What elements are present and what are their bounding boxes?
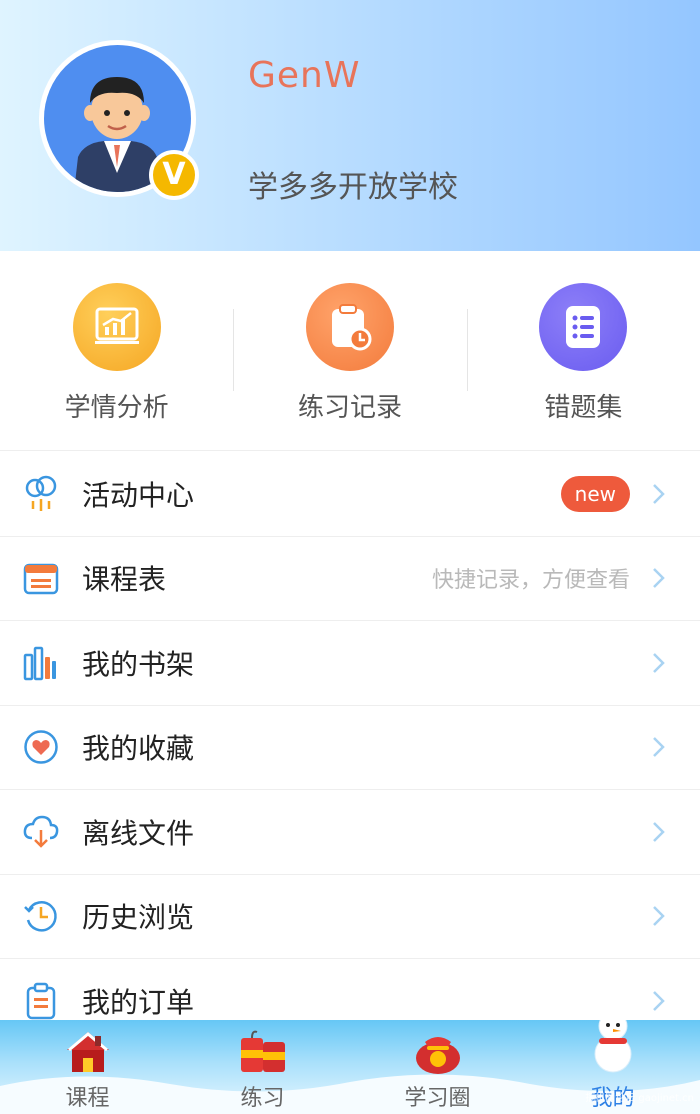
order-clipboard-icon — [22, 982, 60, 1020]
chevron-right-icon — [653, 906, 665, 927]
chevron-right-icon — [653, 652, 665, 673]
quick-action-label: 错题集 — [544, 393, 623, 423]
calendar-icon — [22, 559, 60, 597]
menu-item-activity-center[interactable]: 活动中心 new — [0, 452, 700, 537]
menu-item-bookshelf[interactable]: 我的书架 — [0, 621, 700, 706]
heart-icon — [22, 728, 60, 766]
menu-item-label: 历史浏览 — [82, 901, 195, 935]
list-document-icon — [539, 283, 628, 371]
school-name: 学多多开放学校 — [248, 170, 458, 205]
tab-practice[interactable]: 练习 — [175, 1020, 350, 1114]
firecracker-icon — [237, 1028, 289, 1082]
bottom-tab-bar: 课程 练习 学习圈 我的 搞机网论坛 gaojinet.cn — [0, 1020, 700, 1114]
tab-courses[interactable]: 课程 — [0, 1020, 175, 1114]
menu-item-favorites[interactable]: 我的收藏 — [0, 706, 700, 790]
watermark: 搞机网论坛 gaojinet.cn — [585, 1093, 694, 1104]
menu-item-label: 我的书架 — [82, 647, 195, 681]
menu-item-offline-files[interactable]: 离线文件 — [0, 790, 700, 875]
menu-item-history[interactable]: 历史浏览 — [0, 875, 700, 959]
chevron-right-icon — [653, 990, 665, 1011]
menu-item-label: 离线文件 — [82, 816, 195, 850]
profile-header: V GenW 学多多开放学校 — [0, 0, 700, 251]
tab-label: 学习圈 — [404, 1086, 471, 1111]
chevron-right-icon — [653, 737, 665, 758]
quick-action-wrong-questions[interactable]: 错题集 — [466, 251, 700, 450]
menu-item-timetable[interactable]: 课程表 快捷记录，方便查看 — [0, 537, 700, 621]
quick-action-practice-record[interactable]: 练习记录 — [233, 251, 466, 450]
snowman-icon — [585, 1020, 641, 1078]
chevron-right-icon — [653, 568, 665, 589]
menu-item-label: 活动中心 — [82, 478, 195, 512]
chart-analysis-icon — [72, 283, 161, 371]
timetable-hint: 快捷记录，方便查看 — [431, 568, 630, 594]
bookshelf-icon — [22, 644, 60, 682]
vip-badge: V — [149, 150, 199, 200]
tab-label: 练习 — [240, 1086, 285, 1111]
tab-label: 课程 — [65, 1086, 110, 1111]
quick-action-label: 学情分析 — [64, 393, 169, 423]
quick-actions: 学情分析 练习记录 错题集 — [0, 251, 700, 451]
cloud-download-icon — [22, 813, 60, 851]
chevron-right-icon — [653, 483, 665, 504]
house-icon — [63, 1028, 113, 1080]
menu-item-label: 课程表 — [82, 563, 167, 597]
lucky-bag-icon — [413, 1028, 463, 1080]
quick-action-analysis[interactable]: 学情分析 — [0, 251, 233, 450]
tab-study-circle[interactable]: 学习圈 — [350, 1020, 525, 1114]
menu-item-label: 我的收藏 — [82, 732, 195, 766]
chevron-right-icon — [653, 821, 665, 842]
menu-item-label: 我的订单 — [82, 985, 195, 1019]
menu-list: 活动中心 new 课程表 快捷记录，方便查看 我的书架 我的收藏 离线文件 历史… — [0, 452, 700, 1044]
activity-balloons-icon — [22, 475, 60, 513]
quick-action-label: 练习记录 — [297, 393, 402, 423]
username[interactable]: GenW — [248, 55, 360, 96]
history-clock-icon — [22, 897, 60, 935]
clipboard-clock-icon — [305, 283, 394, 371]
new-badge: new — [560, 475, 630, 512]
